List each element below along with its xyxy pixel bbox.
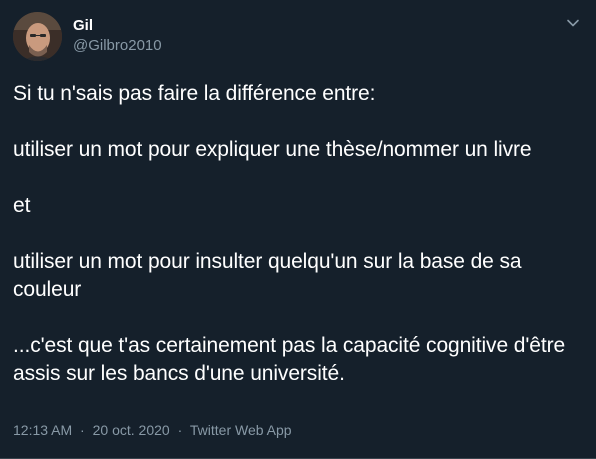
tweet-card: Gil @Gilbro2010 Si tu n'sais pas faire l… — [0, 0, 596, 459]
meta-separator: · — [177, 422, 183, 438]
avatar[interactable] — [13, 12, 62, 61]
tweet-paragraph: utiliser un mot pour expliquer une thèse… — [13, 138, 532, 161]
tweet-date[interactable]: 20 oct. 2020 — [93, 422, 170, 438]
tweet-paragraph: et — [13, 194, 31, 217]
tweet-paragraph: Si tu n'sais pas faire la différence ent… — [13, 82, 376, 105]
tweet-paragraph: utiliser un mot pour insulter quelqu'un … — [13, 250, 522, 301]
tweet-meta: 12:13 AM · 20 oct. 2020 · Twitter Web Ap… — [13, 421, 292, 439]
author-name[interactable]: Gil — [73, 17, 93, 35]
avatar-photo-icon — [13, 12, 62, 61]
meta-separator: · — [80, 422, 85, 438]
tweet-text: Si tu n'sais pas faire la différence ent… — [13, 80, 573, 388]
author-handle[interactable]: @Gilbro2010 — [73, 37, 162, 55]
chevron-down-icon — [567, 19, 579, 27]
tweet-time[interactable]: 12:13 AM — [13, 422, 72, 438]
more-options-button[interactable] — [562, 12, 584, 34]
tweet-paragraph: ...c'est que t'as certainement pas la ca… — [13, 334, 566, 385]
tweet-source[interactable]: Twitter Web App — [190, 422, 292, 438]
